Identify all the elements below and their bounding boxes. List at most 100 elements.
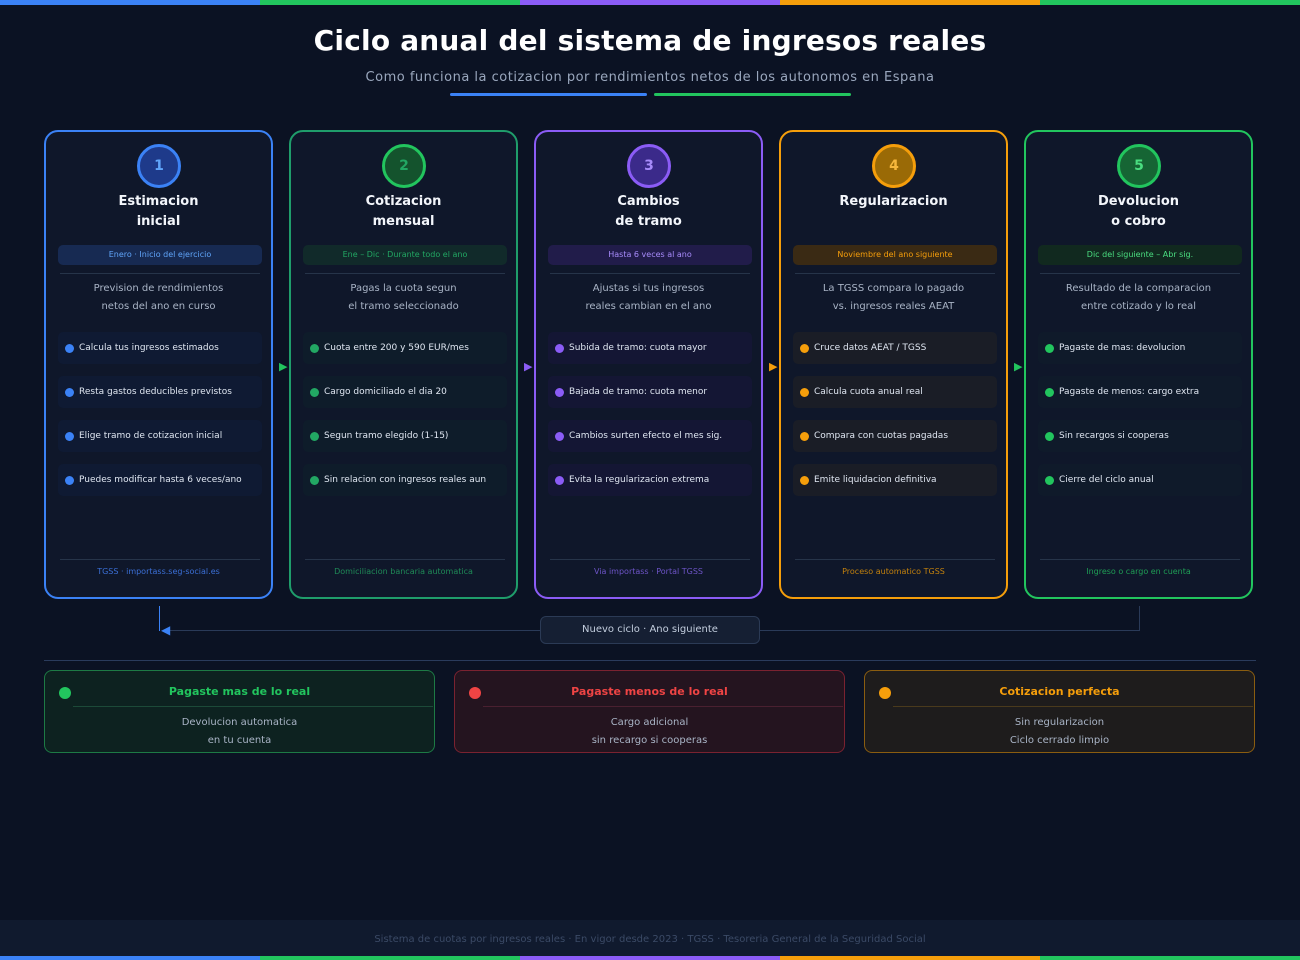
step-number-badge: 2 (382, 144, 426, 188)
list-item: Bajada de tramo: cuota menor (548, 376, 752, 408)
divider (483, 706, 843, 707)
list-item: Segun tramo elegido (1-15) (303, 420, 507, 452)
step-card-1: 1 Estimacion inicial Enero · Inicio del e… (44, 130, 273, 599)
list-item: Cruce datos AEAT / TGSS (793, 332, 997, 364)
list-item: Emite liquidacion definitiva (793, 464, 997, 496)
step-description: Resultado de la comparacion entre cotizad… (1065, 283, 1212, 312)
bullet-icon (555, 343, 564, 353)
bullet-icon (1045, 343, 1054, 353)
title-underline-blue (450, 93, 647, 96)
result-text: Sin regularizacion Ciclo cerrado limpio (1009, 717, 1110, 746)
step-description: La TGSS compara lo pagado vs. ingresos re… (822, 283, 965, 312)
step-number-badge: 4 (872, 144, 916, 188)
bullet-icon (65, 431, 74, 441)
bullet-icon (800, 387, 809, 397)
divider (893, 706, 1253, 707)
step-title: Cambios de tramo (615, 194, 682, 229)
arrow-right-icon: ▶ (279, 360, 288, 373)
list-item: Cargo domiciliado el dia 20 (303, 376, 507, 408)
result-card-perfect: Cotizacion perfecta Sin regularizacion Ci… (864, 670, 1255, 753)
bullet-icon (310, 343, 319, 353)
list-item: Pagaste de menos: cargo extra (1038, 376, 1242, 408)
step-period-badge: Dic del siguiente – Abr sig. (1038, 245, 1242, 265)
title-underline-green (654, 93, 851, 96)
step-period-badge: Ene – Dic · Durante todo el ano (303, 245, 507, 265)
divider (60, 273, 260, 274)
bullet-icon (1045, 387, 1054, 397)
list-item: Cuota entre 200 y 590 EUR/mes (303, 332, 507, 364)
bullet-icon (555, 475, 564, 485)
page-title: Ciclo anual del sistema de ingresos real… (313, 24, 987, 57)
bullet-icon (800, 343, 809, 353)
list-item: Resta gastos deducibles previstos (58, 376, 262, 408)
bullet-icon (555, 387, 564, 397)
step-title: Regularizacion (839, 194, 948, 209)
result-title: Cotizacion perfecta (999, 685, 1120, 698)
arrow-right-icon: ▶ (769, 360, 778, 373)
step-period-badge: Hasta 6 veces al ano (548, 245, 752, 265)
arrow-left-icon: ◀ (161, 623, 171, 637)
new-cycle-label: Nuevo ciclo · Ano siguiente (540, 616, 760, 644)
bullet-icon (310, 475, 319, 485)
result-text: Cargo adicional sin recargo si cooperas (591, 717, 708, 746)
bullet-icon (555, 431, 564, 441)
bullet-icon (310, 387, 319, 397)
list-item: Cambios surten efecto el mes sig. (548, 420, 752, 452)
step-card-2: 2 Cotizacion mensual Ene – Dic · Durante … (289, 130, 518, 599)
result-title: Pagaste mas de lo real (168, 685, 311, 698)
step-description: Ajustas si tus ingresos reales cambian en… (585, 283, 712, 312)
divider (550, 559, 750, 560)
bottom-color-bar (0, 956, 1300, 960)
divider (795, 559, 995, 560)
step-description: Prevision de rendimientos netos del ano e… (93, 283, 224, 312)
divider (305, 559, 505, 560)
bullet-icon (65, 387, 74, 397)
divider (305, 273, 505, 274)
step-description: Pagas la cuota segun el tramo seleccionad… (348, 283, 459, 312)
divider (1040, 273, 1240, 274)
list-item: Calcula tus ingresos estimados (58, 332, 262, 364)
list-item: Evita la regularizacion extrema (548, 464, 752, 496)
step-period-badge: Noviembre del ano siguiente (793, 245, 997, 265)
list-item: Compara con cuotas pagadas (793, 420, 997, 452)
bullet-icon (800, 431, 809, 441)
bullet-icon (1045, 475, 1054, 485)
step-footer: Domiciliacion bancaria automatica (334, 567, 473, 576)
step-period-badge: Enero · Inicio del ejercicio (58, 245, 262, 265)
step-footer: TGSS · importass.seg-social.es (97, 567, 220, 576)
list-item: Calcula cuota anual real (793, 376, 997, 408)
arrow-right-icon: ▶ (524, 360, 533, 373)
list-item: Elige tramo de cotizacion inicial (58, 420, 262, 452)
bullet-icon (65, 343, 74, 353)
bullet-icon (1045, 431, 1054, 441)
step-footer: Via importass · Portal TGSS (593, 567, 703, 576)
divider (60, 559, 260, 560)
page-subtitle: Como funciona la cotizacion por rendimie… (365, 70, 935, 85)
result-text: Devolucion automatica en tu cuenta (181, 717, 298, 746)
loop-connector (159, 606, 160, 631)
step-title: Cotizacion mensual (365, 194, 442, 229)
divider (73, 706, 433, 707)
divider (795, 273, 995, 274)
bullet-icon (65, 475, 74, 485)
list-item: Sin recargos si cooperas (1038, 420, 1242, 452)
step-card-5: 5 Devolucion o cobro Dic del siguiente – … (1024, 130, 1253, 599)
step-number-badge: 1 (137, 144, 181, 188)
list-item: Cierre del ciclo anual (1038, 464, 1242, 496)
result-title: Pagaste menos de lo real (571, 685, 728, 698)
list-item: Sin relacion con ingresos reales aun (303, 464, 507, 496)
section-divider (44, 660, 1256, 661)
step-card-4: 4 Regularizacion Noviembre del ano sigui… (779, 130, 1008, 599)
result-card-overpaid: Pagaste mas de lo real Devolucion automa… (44, 670, 435, 753)
step-title: Estimacion inicial (118, 194, 199, 229)
divider (1040, 559, 1240, 560)
step-footer: Proceso automatico TGSS (842, 567, 945, 576)
step-card-3: 3 Cambios de tramo Hasta 6 veces al ano A… (534, 130, 763, 599)
bullet-icon (800, 475, 809, 485)
step-number-badge: 5 (1117, 144, 1161, 188)
list-item: Puedes modificar hasta 6 veces/ano (58, 464, 262, 496)
result-card-underpaid: Pagaste menos de lo real Cargo adicional… (454, 670, 845, 753)
step-title: Devolucion o cobro (1097, 194, 1180, 229)
bullet-icon (310, 431, 319, 441)
step-number-badge: 3 (627, 144, 671, 188)
